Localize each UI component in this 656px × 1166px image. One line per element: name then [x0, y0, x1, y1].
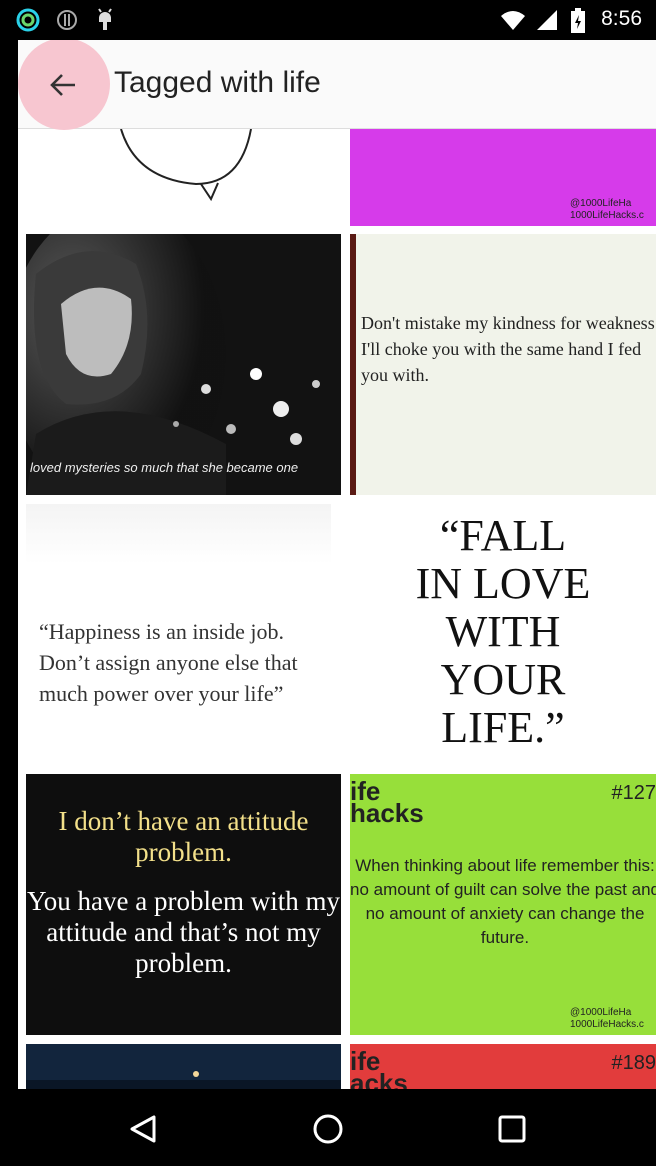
quote-line-2: You have a problem with my attitude and … — [27, 886, 340, 978]
quote-text: Don't mistake my kindness for weakness. … — [361, 313, 656, 385]
quote-text: “FALL IN LOVE WITH YOUR LIFE.” — [415, 511, 591, 752]
wifi-icon — [500, 8, 525, 32]
watermark-text: @1000LifeHa 1000LifeHacks.c — [570, 1007, 644, 1030]
hack-number: #127 — [611, 782, 656, 804]
image-tile-magenta-lifehack[interactable]: @1000LifeHa 1000LifeHacks.c — [350, 129, 656, 226]
signal-icon — [535, 8, 559, 32]
recents-square-icon[interactable] — [492, 1109, 532, 1149]
image-tile-night-scene[interactable] — [26, 1044, 341, 1089]
app-bar: Tagged with life — [18, 40, 656, 130]
back-triangle-icon[interactable] — [124, 1109, 164, 1149]
hack-number: #189 — [611, 1052, 656, 1074]
image-tile-speech-bubble[interactable] — [26, 129, 341, 226]
battery-icon — [570, 8, 586, 33]
night-scene-image — [26, 1044, 341, 1089]
image-tile-happiness-quote[interactable]: “Happiness is an inside job. Don’t assig… — [26, 504, 341, 765]
arrow-left-icon — [50, 74, 75, 96]
image-tile-kindness-quote[interactable]: Don't mistake my kindness for weakness. … — [350, 234, 656, 495]
image-tile-mystery-photo[interactable]: loved mysteries so much that she became … — [26, 234, 341, 495]
image-tile-attitude-quote[interactable]: I don’t have an attitude problem. You ha… — [26, 774, 341, 1035]
quote-line-1: I don’t have an attitude problem. — [58, 806, 309, 867]
navigation-bar — [0, 1089, 656, 1166]
speech-bubble-drawing — [120, 129, 252, 202]
image-top-fade — [26, 504, 331, 564]
image-grid[interactable]: @1000LifeHa 1000LifeHacks.c loved myster… — [18, 129, 656, 1089]
home-circle-icon[interactable] — [308, 1109, 348, 1149]
ring-app-icon — [16, 8, 40, 32]
image-tile-lifehack-189[interactable]: ife acks #189 — [350, 1044, 656, 1089]
image-caption: loved mysteries so much that she became … — [30, 460, 299, 475]
android-debug-icon — [93, 8, 117, 32]
status-bar: 8:56 — [0, 0, 656, 40]
quote-text: “Happiness is an inside job. Don’t assig… — [39, 619, 298, 706]
app-window: Tagged with life @1000LifeHa 1000LifeHac… — [18, 40, 656, 1089]
image-border — [350, 234, 356, 495]
image-tile-fall-in-love-quote[interactable]: “FALL IN LOVE WITH YOUR LIFE.” — [350, 504, 656, 765]
page-title: Tagged with life — [114, 66, 321, 99]
back-button[interactable] — [18, 40, 110, 130]
image-tile-lifehack-127[interactable]: ife hacks #127 When thinking about life … — [350, 774, 656, 1035]
watermark-text: @1000LifeHa 1000LifeHacks.c — [570, 198, 644, 221]
hack-text: When thinking about life remember this: … — [350, 856, 656, 947]
info-circle-icon — [55, 8, 79, 32]
clock-time: 8:56 — [601, 7, 642, 30]
lifehacks-logo: ife hacks — [350, 776, 424, 828]
lifehacks-logo: ife acks — [350, 1046, 408, 1089]
night-portrait-image — [26, 234, 341, 495]
